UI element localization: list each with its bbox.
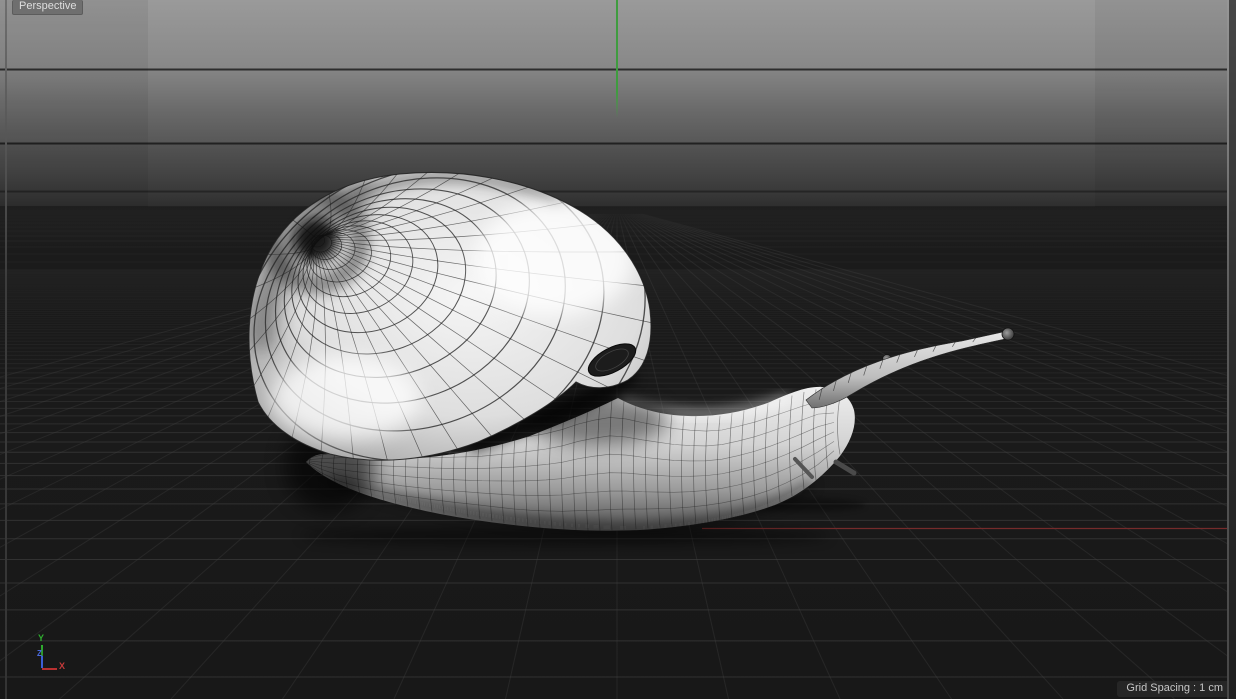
axis-gizmo: Y Z X bbox=[28, 632, 80, 678]
snail-near-eye bbox=[1001, 327, 1015, 341]
gizmo-z-axis bbox=[41, 656, 43, 668]
viewport-3d[interactable]: Perspective Grid Spacing : 1 cm Y Z X bbox=[0, 0, 1236, 699]
viewport-border-left bbox=[5, 0, 7, 699]
gizmo-x-axis bbox=[42, 668, 57, 670]
camera-view-label[interactable]: Perspective bbox=[12, 0, 84, 15]
world-y-axis-line bbox=[616, 0, 618, 118]
scene-canvas bbox=[0, 0, 1236, 699]
grid-spacing-hud: Grid Spacing : 1 cm bbox=[1117, 681, 1232, 697]
gizmo-x-label: X bbox=[59, 661, 66, 671]
gizmo-y-label: Y bbox=[38, 633, 45, 643]
viewport-edge-strip bbox=[1229, 0, 1236, 699]
